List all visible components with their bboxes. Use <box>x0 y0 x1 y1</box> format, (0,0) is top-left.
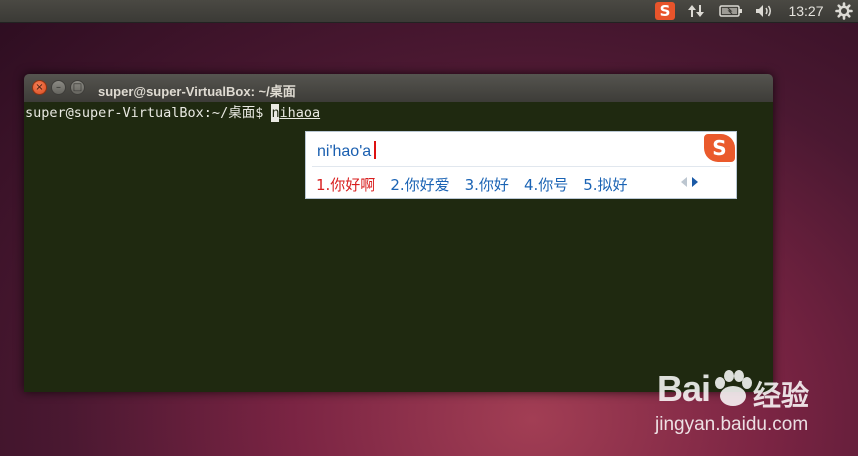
top-panel: S 13:27 <box>0 0 858 23</box>
candidate-4[interactable]: 4.你号 <box>524 174 568 195</box>
pinyin-text: ni'hao'a <box>317 143 372 160</box>
command-line[interactable]: super@super-VirtualBox:~/桌面$ nihaoa <box>25 104 320 122</box>
network-updown-icon[interactable] <box>685 0 707 22</box>
candidate-list: 1.你好啊 2.你好爱 3.你好 4.你号 5.拟好 <box>316 174 628 195</box>
prev-page-icon[interactable] <box>681 177 687 187</box>
window-titlebar[interactable]: × – □ super@super-VirtualBox: ~/桌面 <box>24 74 773 102</box>
pinyin-composition: ni'hao'a <box>317 141 376 161</box>
page-arrows <box>681 177 698 187</box>
shell-prompt: super@super-VirtualBox:~/桌面$ <box>25 105 272 121</box>
gear-icon[interactable] <box>833 0 855 22</box>
watermark-brand-text: Bai <box>657 368 711 409</box>
watermark-brand: Bai <box>657 368 756 410</box>
clock[interactable]: 13:27 <box>784 0 828 22</box>
next-page-icon[interactable] <box>692 177 698 187</box>
battery-icon[interactable] <box>718 0 744 22</box>
candidate-1[interactable]: 1.你好啊 <box>316 174 375 195</box>
terminal-window[interactable]: × – □ super@super-VirtualBox: ~/桌面 super… <box>24 74 773 392</box>
volume-icon[interactable] <box>752 0 776 22</box>
sogou-input-icon[interactable]: S <box>655 2 675 20</box>
ime-candidate-window[interactable]: ni'hao'a S 1.你好啊 2.你好爱 3.你好 4.你号 5.拟好 <box>305 131 737 199</box>
sogou-logo-icon[interactable]: S <box>704 134 735 162</box>
preedit-rest: ihaoa <box>279 105 321 121</box>
candidate-5[interactable]: 5.拟好 <box>583 174 627 195</box>
maximize-icon[interactable]: □ <box>70 80 85 95</box>
candidate-3[interactable]: 3.你好 <box>465 174 509 195</box>
candidate-2[interactable]: 2.你好爱 <box>390 174 449 195</box>
composition-caret <box>374 141 376 159</box>
ime-preedit-text: nihaoa <box>271 104 321 122</box>
baidu-jingyan-watermark: Bai 经验 jingyan.baidu.com <box>655 360 855 450</box>
window-title: super@super-VirtualBox: ~/桌面 <box>98 84 296 99</box>
watermark-url: jingyan.baidu.com <box>655 414 809 435</box>
divider <box>312 166 730 167</box>
watermark-label: 经验 <box>753 379 810 412</box>
minimize-icon[interactable]: – <box>51 80 66 95</box>
baidu-paw-icon <box>710 369 756 409</box>
close-icon[interactable]: × <box>32 80 47 95</box>
